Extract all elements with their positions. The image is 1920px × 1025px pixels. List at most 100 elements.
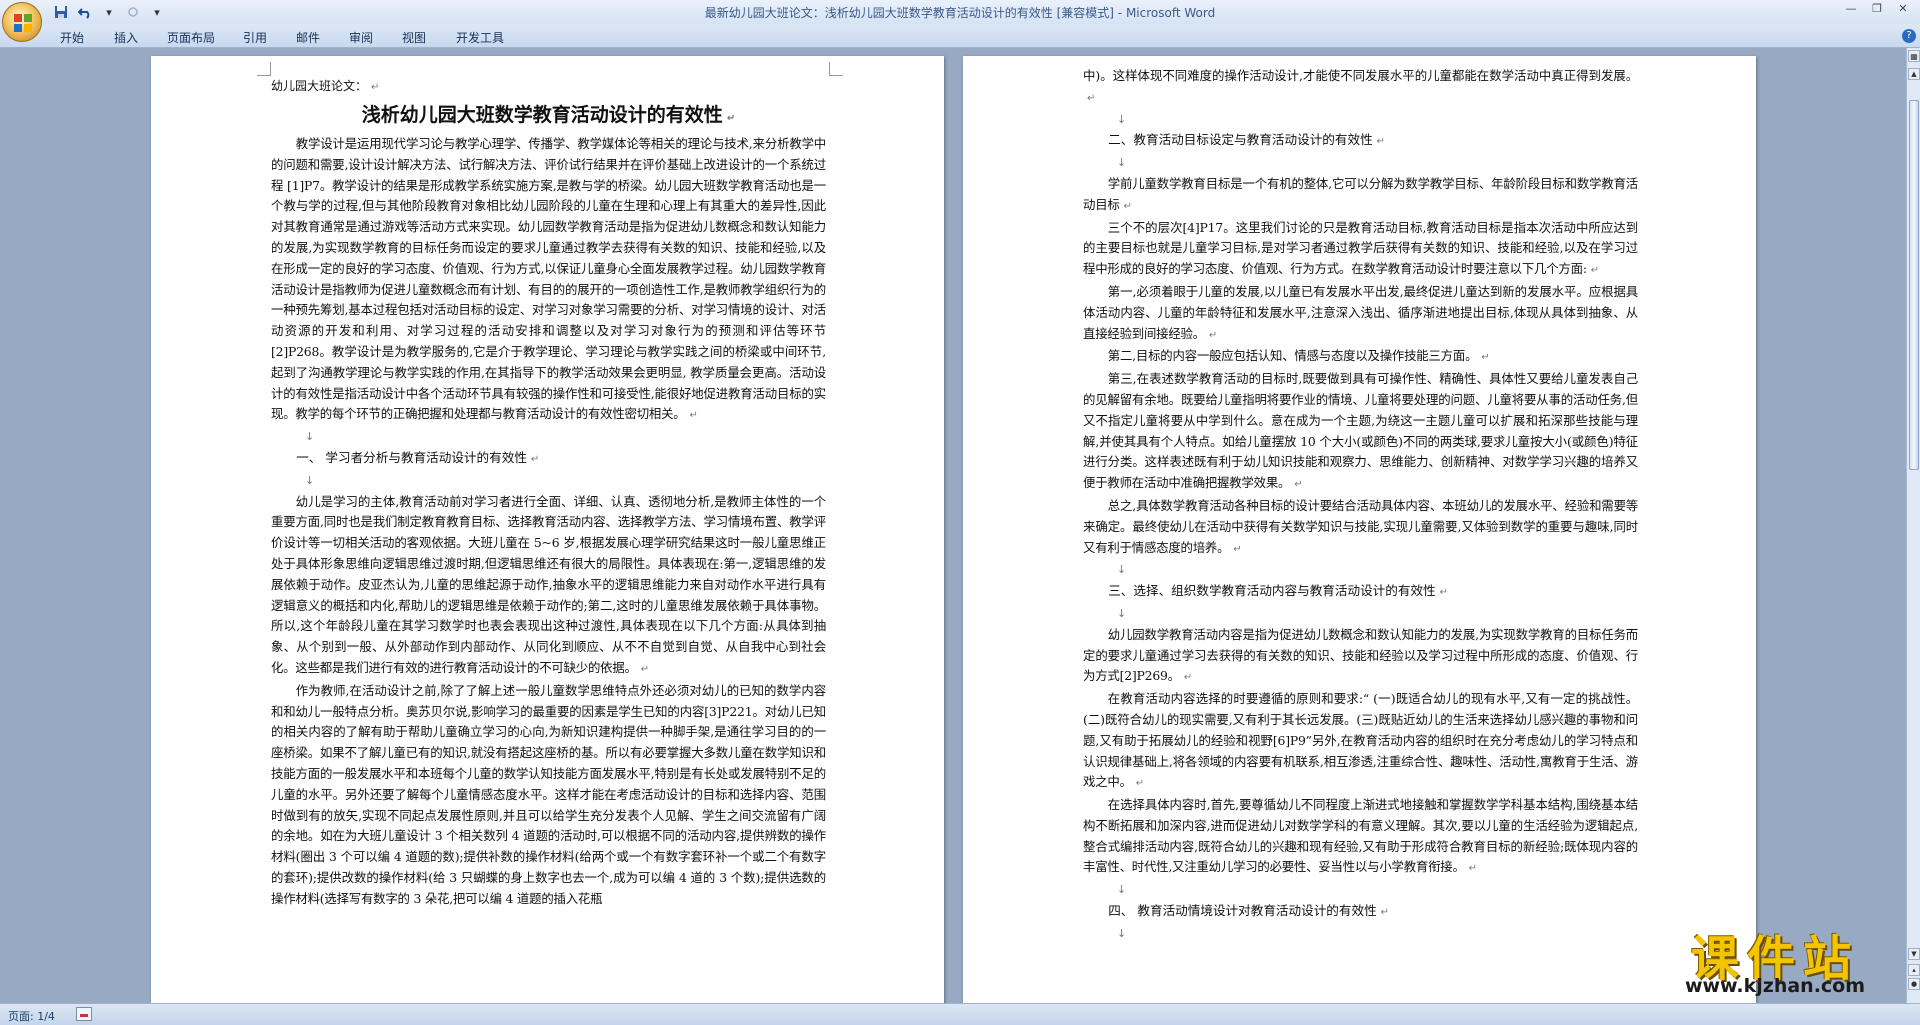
page-2-body: 中)。这样体现不同难度的操作活动设计,才能使不同发展水平的儿童都能在数学活动中真… [1083,66,1638,945]
paragraph: 三个不的层次[4]P17。这里我们讨论的只是教育活动目标,教育活动目标是指本次活… [1083,218,1638,282]
empty-paragraph: ↓ [1117,606,1127,620]
paragraph-text: 第二,目标的内容一般应包括认知、情感与态度以及操作技能三方面。 [1107,348,1478,364]
status-bar: 页面: 1/4 [0,1003,1920,1025]
empty-paragraph: ↓ [1117,926,1127,940]
paragraph: 中)。这样体现不同难度的操作活动设计,才能使不同发展水平的儿童都能在数学活动中真… [1083,66,1638,110]
empty-paragraph: ↓ [1117,112,1127,126]
minimize-icon[interactable]: — [1840,2,1862,18]
scroll-up-icon[interactable]: ▲ [1908,68,1920,80]
page-indicator[interactable]: 页面: 1/4 [8,1008,55,1024]
tab-insert[interactable]: 插入 [114,29,138,46]
proofing-icon[interactable] [76,1007,92,1021]
section-heading: 三、选择、组织数学教育活动内容与教育活动设计的有效性 ↵ [1083,581,1638,604]
tab-review[interactable]: 审阅 [349,29,373,46]
section-heading: 四、 教育活动情境设计对教育活动设计的有效性 ↵ [1083,901,1638,924]
title-separator: - [1113,6,1126,20]
paragraph-mark: ↵ [1208,329,1218,341]
empty-paragraph: ↓ [1117,883,1127,897]
paragraph-mark: ↵ [1233,543,1242,555]
doc-category-label: 幼儿园大班论文： ↵ [271,76,826,98]
ruler-toggle-icon[interactable]: ▦ [1908,50,1920,62]
doc-title: 浅析幼儿园大班数学教育活动设计的有效性 ↵ [271,100,826,134]
page-1[interactable]: 幼儿园大班论文： ↵ 浅析幼儿园大班数学教育活动设计的有效性 ↵ 教学设计是运用现代… [151,56,944,1003]
title-bar: ▾ ▾ 最新幼儿园大班论文：浅析幼儿园大班数学教育活动设计的有效性 [兼容模式]… [0,0,1920,42]
tab-references[interactable]: 引用 [243,29,267,46]
paragraph-mark: ↵ [689,410,698,422]
maximize-icon[interactable]: ❐ [1866,2,1888,18]
paragraph-mark: ↵ [1590,265,1599,277]
tab-view[interactable]: 视图 [402,29,426,46]
paragraph-mark: ↵ [1183,672,1193,684]
category-text: 幼儿园大班论文： [271,79,368,93]
paragraph-text: 在选择具体内容时,首先,要尊循幼儿不同程度上渐进式地接触和掌握数学学科基本结构,… [1083,797,1638,875]
paragraph-mark: ↵ [1380,907,1390,919]
office-button[interactable] [2,2,42,42]
document-title: 最新幼儿园大班论文：浅析幼儿园大班数学教育活动设计的有效性 [兼容模式] [704,6,1114,20]
paragraph-text: 幼儿园数学教育活动内容是指为促进幼儿数概念和数认知能力的发展,为实现数学教育的目… [1083,626,1638,684]
empty-paragraph: ↓ [1117,156,1127,170]
paragraph-mark: ↵ [1087,92,1096,104]
page-2[interactable]: 中)。这样体现不同难度的操作活动设计,才能使不同发展水平的儿童都能在数学活动中真… [963,56,1756,1003]
help-icon[interactable]: ? [1902,29,1916,43]
paragraph-mark: ↵ [1376,136,1386,148]
paragraph: 总之,具体数学教育活动各种目标的设计要结合活动具体内容、本班幼儿的发展水平、经验… [1083,496,1638,560]
browse-object-icon[interactable]: ● [1908,978,1920,990]
heading-text: 二、教育活动目标设定与教育活动设计的有效性 [1108,132,1373,148]
paragraph: 幼儿是学习的主体,教育活动前对学习者进行全面、详细、认真、透彻地分析,是教师主体… [271,492,826,681]
paragraph-mark: ↵ [1135,778,1144,790]
close-icon[interactable]: ✕ [1892,2,1914,18]
tab-home[interactable]: 开始 [60,29,84,46]
paragraph: 在选择具体内容时,首先,要尊循幼儿不同程度上渐进式地接触和掌握数学学科基本结构,… [1083,795,1638,880]
paragraph-mark: ↵ [640,663,649,675]
heading-text: 一、 学习者分析与教育活动设计的有效性 [296,449,527,465]
scroll-down-icon[interactable]: ▼ [1908,948,1920,960]
page-1-body: 幼儿园大班论文： ↵ 浅析幼儿园大班数学教育活动设计的有效性 ↵ 教学设计是运用现代… [271,76,826,909]
tab-mailings[interactable]: 邮件 [296,29,320,46]
section-heading: 一、 学习者分析与教育活动设计的有效性 ↵ [271,448,826,471]
tab-developer[interactable]: 开发工具 [456,29,504,46]
paragraph: 在教育活动内容选择的时要遵循的原则和要求:“ (一)既适合幼儿的现有水平,又有一… [1083,689,1638,795]
ribbon-tab-bar: 开始 插入 页面布局 引用 邮件 审阅 视图 开发工具 ? [0,24,1920,48]
document-area[interactable]: 幼儿园大班论文： ↵ 浅析幼儿园大班数学教育活动设计的有效性 ↵ 教学设计是运用现代… [0,48,1906,1003]
site-watermark-logo: 课件站 www.kjzhan.com [1650,919,1900,999]
heading-text: 三、选择、组织数学教育活动内容与教育活动设计的有效性 [1108,583,1436,599]
paragraph: 作为教师,在活动设计之前,除了了解上述一般儿童数学思维特点外还必须对幼儿的已知的… [271,681,826,910]
office-logo-icon [14,14,32,32]
vertical-scrollbar[interactable]: ▦ ▲ ▼ ▴ ● [1906,48,1920,1003]
paragraph-text: 作为教师,在活动设计之前,除了了解上述一般儿童数学思维特点外还必须对幼儿的已知的… [271,682,826,906]
paragraph: 学前儿童数学教育目标是一个有机的整体,它可以分解为数学教学目标、年龄阶段目标和数… [1083,174,1638,218]
paragraph-text: 第三,在表述数学教育活动的目标时,既要做到具有可操作性、精确性、具体性又要给儿童… [1083,371,1638,491]
paragraph-mark: ↵ [1468,863,1477,875]
margin-corner-mark [257,62,271,76]
paragraph-mark: ↵ [371,82,380,93]
empty-paragraph: ↓ [305,473,315,487]
paragraph-text: 总之,具体数学教育活动各种目标的设计要结合活动具体内容、本班幼儿的发展水平、经验… [1083,497,1638,555]
paragraph-text: 学前儿童数学教育目标是一个有机的整体,它可以分解为数学教学目标、年龄阶段目标和数… [1083,175,1638,212]
empty-paragraph: ↓ [305,430,315,444]
paragraph-text: 中)。这样体现不同难度的操作活动设计,才能使不同发展水平的儿童都能在数学活动中真… [1083,68,1638,83]
watermark-url: www.kjzhan.com [1684,975,1866,997]
window-controls: — ❐ ✕ [1840,2,1914,18]
previous-page-icon[interactable]: ▴ [1908,964,1920,976]
paragraph-mark: ↵ [726,113,736,124]
app-name: Microsoft Word [1125,6,1216,20]
paragraph: 第二,目标的内容一般应包括认知、情感与态度以及操作技能三方面。 ↵ [1083,346,1638,369]
paragraph: 教学设计是运用现代学习论与教学心理学、传播学、教学媒体论等相关的理论与技术,来分… [271,134,826,427]
paragraph-mark: ↵ [1439,587,1449,599]
paragraph-mark: ↵ [530,453,540,465]
margin-corner-mark [829,62,843,76]
window-title: 最新幼儿园大班论文：浅析幼儿园大班数学教育活动设计的有效性 [兼容模式] - M… [0,4,1920,21]
paragraph-text: 幼儿是学习的主体,教育活动前对学习者进行全面、详细、认真、透彻地分析,是教师主体… [271,493,826,675]
tab-page-layout[interactable]: 页面布局 [167,29,215,46]
paragraph-mark: ↵ [1481,352,1490,364]
paragraph-text: 三个不的层次[4]P17。这里我们讨论的只是教育活动目标,教育活动目标是指本次活… [1083,219,1638,277]
doc-title-text: 浅析幼儿园大班数学教育活动设计的有效性 [361,104,723,126]
scrollbar-thumb[interactable] [1909,100,1919,470]
paragraph-text: 教学设计是运用现代学习论与教学心理学、传播学、教学媒体论等相关的理论与技术,来分… [271,136,826,422]
paragraph-text: 在教育活动内容选择的时要遵循的原则和要求:“ (一)既适合幼儿的现有水平,又有一… [1083,691,1638,790]
empty-paragraph: ↓ [1117,563,1127,577]
paragraph: 幼儿园数学教育活动内容是指为促进幼儿数概念和数认知能力的发展,为实现数学教育的目… [1083,625,1638,689]
paragraph-mark: ↵ [1123,200,1132,212]
paragraph-mark: ↵ [1294,479,1303,491]
paragraph: 第一,必须着眼于儿童的发展,以儿童已有发展水平出发,最终促进儿童达到新的发展水平… [1083,282,1638,346]
